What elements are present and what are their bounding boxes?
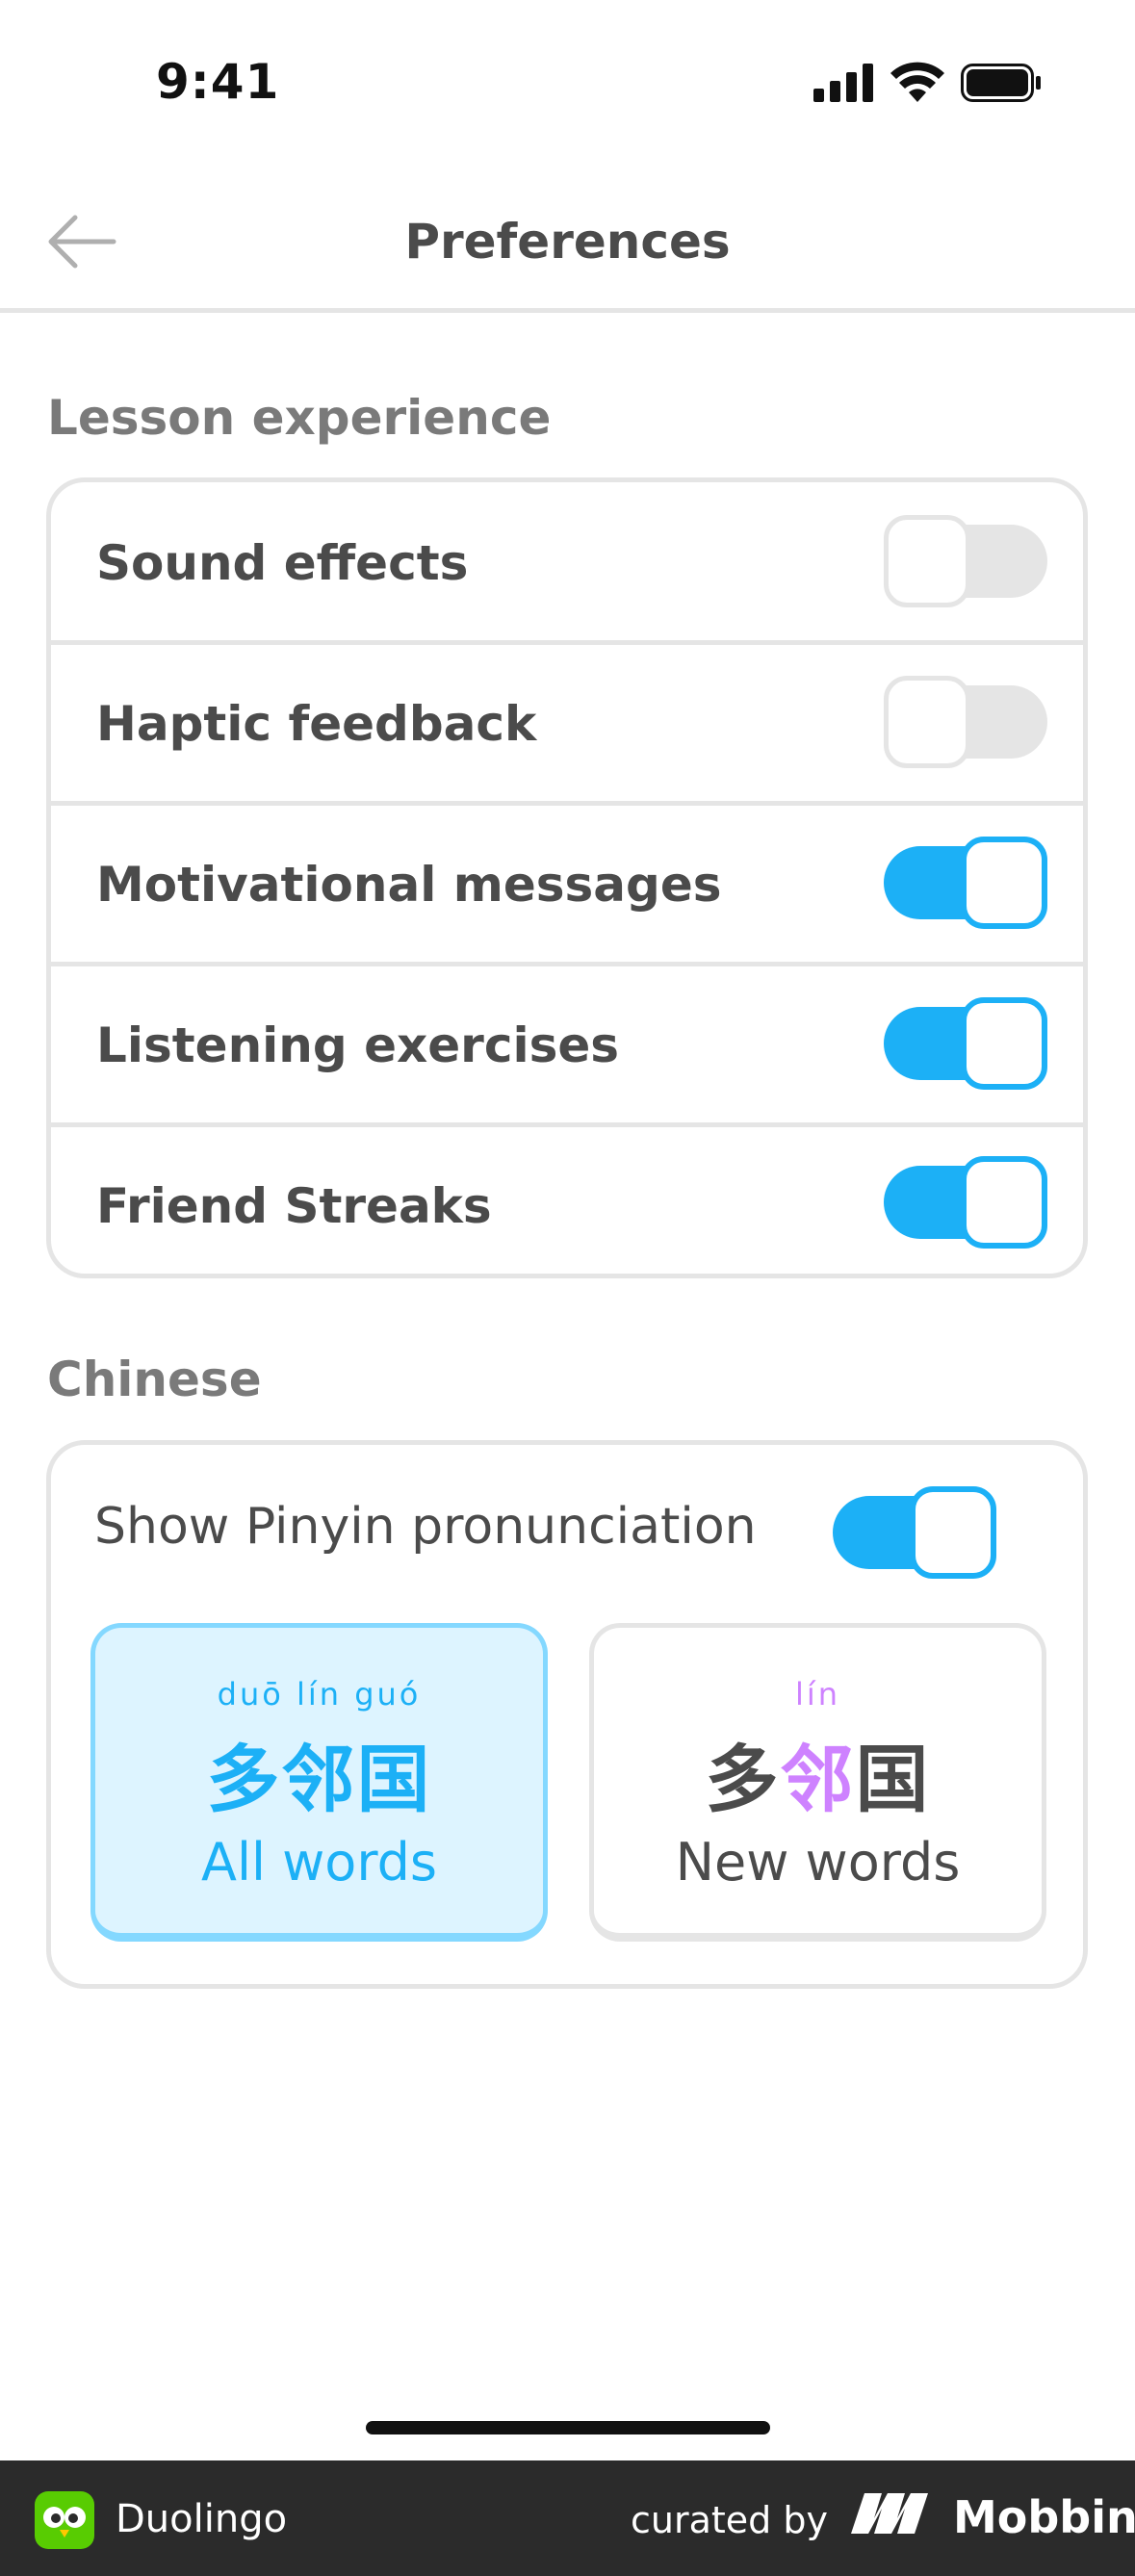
setting-row-motivational-messages: Motivational messages xyxy=(51,804,1083,965)
cellular-signal-icon xyxy=(813,64,873,102)
setting-row-haptic-feedback: Haptic feedback xyxy=(51,643,1083,804)
friend-streaks-toggle[interactable] xyxy=(884,1156,1047,1249)
setting-row-friend-streaks: Friend Streaks xyxy=(51,1125,1083,1286)
page-title: Preferences xyxy=(404,214,731,270)
duolingo-owl-icon xyxy=(35,2491,94,2549)
option-pinyin: duō lín guó xyxy=(217,1676,422,1713)
setting-label: Haptic feedback xyxy=(96,695,537,752)
setting-label: Friend Streaks xyxy=(96,1177,492,1234)
section-title-chinese: Chinese xyxy=(47,1352,262,1407)
battery-icon xyxy=(961,64,1041,102)
option-label: All words xyxy=(201,1832,437,1893)
setting-row-sound-effects: Sound effects xyxy=(51,482,1083,643)
option-label: New words xyxy=(675,1832,961,1893)
pinyin-toggle[interactable] xyxy=(833,1486,996,1579)
status-time: 9:41 xyxy=(156,54,280,110)
pinyin-setting-label: Show Pinyin pronunciation xyxy=(94,1498,757,1556)
sound-effects-toggle[interactable] xyxy=(884,515,1047,607)
option-pinyin: lín xyxy=(794,1676,841,1713)
mobbin-logo-icon xyxy=(851,2493,928,2534)
setting-label: Listening exercises xyxy=(96,1017,620,1073)
app-name: Duolingo xyxy=(116,2497,288,2541)
option-hanzi: 多邻国 xyxy=(705,1737,931,1822)
listening-exercises-toggle[interactable] xyxy=(884,997,1047,1090)
setting-label: Sound effects xyxy=(96,534,469,591)
option-hanzi: 多邻国 xyxy=(206,1737,432,1822)
lesson-settings-card: Sound effects Haptic feedback Motivation… xyxy=(46,477,1088,1278)
setting-label: Motivational messages xyxy=(96,856,722,913)
header-divider xyxy=(0,308,1135,313)
motivational-messages-toggle[interactable] xyxy=(884,837,1047,929)
option-all-words[interactable]: duō lín guó 多邻国 All words xyxy=(90,1623,548,1942)
haptic-feedback-toggle[interactable] xyxy=(884,676,1047,768)
option-new-words[interactable]: lín 多邻国 New words xyxy=(589,1623,1046,1942)
section-title-lesson-experience: Lesson experience xyxy=(47,390,552,446)
home-indicator[interactable] xyxy=(366,2421,770,2434)
wifi-icon xyxy=(890,62,944,102)
mobbin-wordmark: Mobbin xyxy=(953,2491,1135,2543)
curated-by-label: curated by xyxy=(631,2499,828,2541)
setting-row-listening-exercises: Listening exercises xyxy=(51,965,1083,1125)
